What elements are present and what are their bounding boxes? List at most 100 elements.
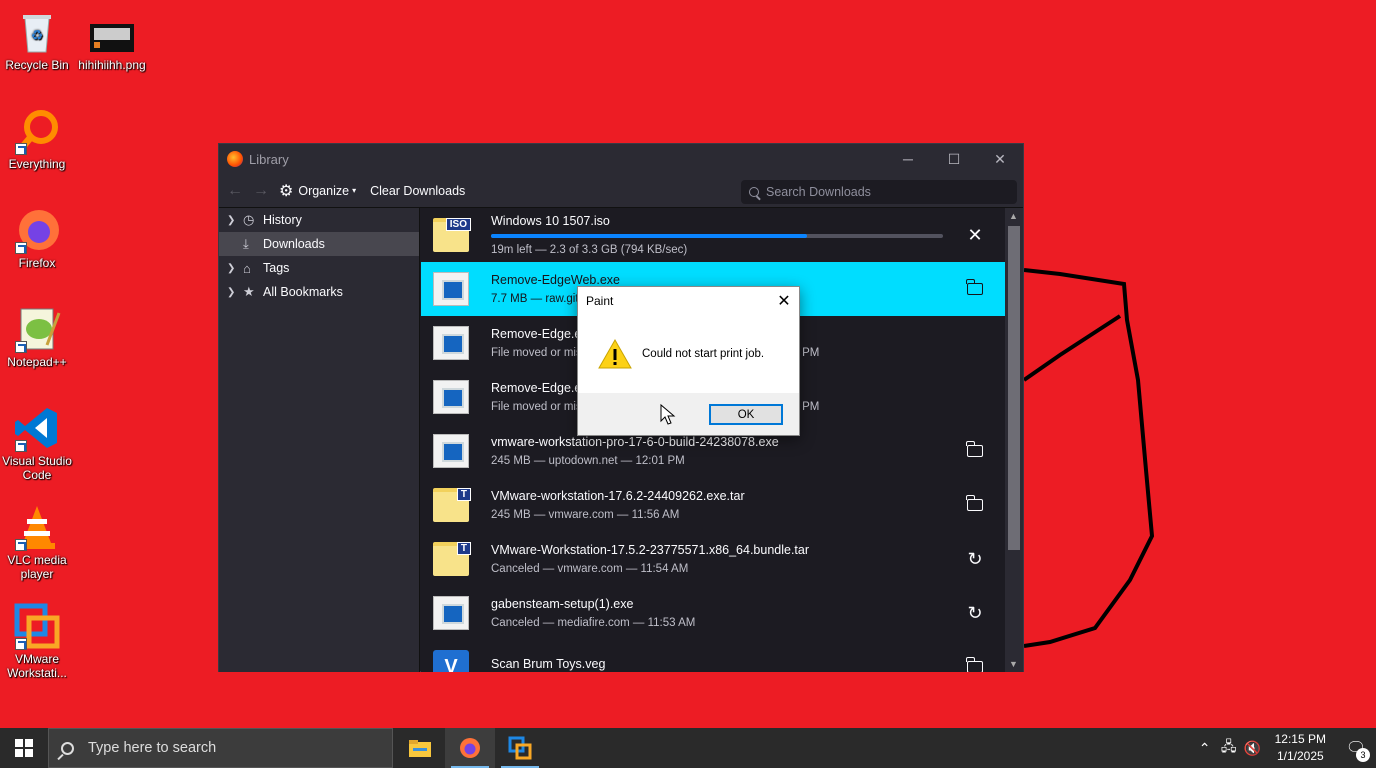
clock-time: 12:15 PM	[1274, 732, 1326, 746]
download-name: VMware-Workstation-17.5.2-23775571.x86_6…	[491, 543, 810, 557]
file-type-badge: ISO	[445, 218, 471, 231]
scroll-up-icon[interactable]: ▲	[1009, 211, 1018, 221]
window-title: Library	[249, 151, 289, 167]
download-meta: Canceled — mediafire.com — 11:53 AM	[491, 617, 696, 629]
taskbar-firefox[interactable]	[445, 728, 495, 768]
download-name: vmware-workstation-pro-17-6-0-build-2423…	[491, 435, 779, 449]
cancel-download-button[interactable]: ✕	[957, 217, 993, 253]
exe-file-icon	[433, 380, 469, 414]
tag-icon: ⌂	[243, 260, 251, 276]
dialog-close-button[interactable]: ✕	[769, 291, 799, 311]
taskbar-search-box[interactable]: Type here to search	[48, 728, 393, 768]
taskbar: Type here to search ⌃ 🖧 🔇 12:15 PM 1/1/2…	[0, 728, 1376, 768]
retry-icon: ↻	[967, 548, 983, 569]
close-button[interactable]: ✕	[977, 144, 1023, 174]
download-item[interactable]: T VMware-workstation-17.6.2-24409262.exe…	[421, 478, 1005, 532]
taskbar-vmware[interactable]	[495, 728, 545, 768]
taskbar-search-placeholder: Type here to search	[88, 740, 217, 756]
clear-downloads-button[interactable]: Clear Downloads	[370, 184, 465, 198]
scrollbar-thumb[interactable]	[1008, 226, 1020, 550]
minimize-button[interactable]: ─	[885, 144, 931, 174]
dialog-titlebar[interactable]: Paint ✕	[578, 287, 799, 315]
file-type-badge: T	[456, 488, 471, 501]
exe-file-icon	[433, 326, 469, 360]
download-item[interactable]: T VMware-Workstation-17.5.2-23775571.x86…	[421, 532, 1005, 586]
download-name: Windows 10 1507.iso	[491, 214, 610, 228]
downloads-scrollbar[interactable]: ▲ ▼	[1005, 208, 1023, 672]
search-downloads-input[interactable]: Search Downloads	[741, 180, 1017, 204]
paint-error-dialog[interactable]: Paint ✕ Could not start print job. OK	[577, 286, 800, 436]
notification-count-badge: 3	[1356, 748, 1370, 762]
back-arrow-icon[interactable]: ←	[227, 182, 253, 200]
show-in-folder-button[interactable]	[957, 487, 993, 523]
retry-download-button[interactable]: ↻	[957, 541, 993, 577]
folder-icon	[966, 441, 983, 457]
retry-download-button[interactable]: ↻	[957, 595, 993, 631]
folder-icon	[966, 495, 983, 511]
forward-arrow-icon[interactable]: →	[253, 182, 279, 200]
download-item[interactable]: V Scan Brum Toys.veg	[421, 640, 1005, 672]
sidebar-item-downloads[interactable]: ⤓ Downloads	[219, 232, 419, 256]
dialog-message: Could not start print job.	[642, 348, 765, 360]
scroll-down-icon[interactable]: ▼	[1009, 659, 1018, 669]
windows-logo-icon	[15, 739, 33, 757]
download-meta: 245 MB — vmware.com — 11:56 AM	[491, 509, 680, 521]
system-tray: ⌃ 🖧 🔇 12:15 PM 1/1/2025 🗨 3	[1193, 728, 1376, 768]
chevron-right-icon[interactable]: ❯	[227, 263, 243, 274]
notification-center-button[interactable]: 🗨 3	[1336, 728, 1376, 768]
file-type-badge: T	[456, 542, 471, 555]
volume-muted-icon[interactable]: 🔇	[1241, 740, 1265, 757]
firefox-icon	[460, 738, 480, 758]
chevron-up-icon[interactable]: ⌃	[1193, 740, 1217, 757]
taskbar-clock[interactable]: 12:15 PM 1/1/2025	[1275, 731, 1326, 765]
show-in-folder-button[interactable]	[957, 433, 993, 469]
download-name: VMware-workstation-17.6.2-24409262.exe.t…	[491, 489, 745, 503]
chevron-right-icon[interactable]: ❯	[227, 215, 243, 226]
library-sidebar: ❯ ◷ History ⤓ Downloads ❯ ⌂ Tags ❯ ★ All…	[219, 208, 420, 672]
chevron-right-icon[interactable]: ❯	[227, 287, 243, 298]
tar-file-icon: T	[433, 542, 471, 576]
chevron-down-icon: ▾	[352, 186, 357, 195]
warning-icon	[598, 339, 632, 369]
vegas-file-icon: V	[433, 650, 469, 672]
downloads-list[interactable]: ISO Windows 10 1507.iso 19m left — 2.3 o…	[421, 208, 1005, 672]
sidebar-item-label: All Bookmarks	[263, 285, 343, 299]
download-name: Scan Brum Toys.veg	[491, 657, 606, 671]
ok-button[interactable]: OK	[709, 404, 783, 425]
sidebar-item-label: Downloads	[263, 237, 325, 251]
maximize-button[interactable]: ☐	[931, 144, 977, 174]
download-name: Remove-EdgeWeb.exe	[491, 273, 621, 287]
download-item[interactable]: gabensteam-setup(1).exe Canceled — media…	[421, 586, 1005, 640]
exe-file-icon	[433, 596, 469, 630]
show-in-folder-button[interactable]	[957, 271, 993, 307]
dialog-title: Paint	[586, 294, 614, 308]
sidebar-item-all-bookmarks[interactable]: ❯ ★ All Bookmarks	[219, 280, 419, 304]
exe-file-icon	[433, 272, 469, 306]
library-titlebar[interactable]: Library ─ ☐ ✕	[219, 144, 1023, 174]
download-icon: ⤓	[243, 236, 249, 251]
network-icon[interactable]: 🖧	[1217, 736, 1241, 760]
download-meta: 19m left — 2.3 of 3.3 GB (794 KB/sec)	[491, 244, 688, 256]
close-icon: ✕	[967, 224, 983, 245]
sidebar-item-label: History	[263, 213, 302, 227]
firefox-icon	[227, 151, 243, 167]
organize-button[interactable]: ⚙ Organize ▾	[279, 181, 356, 201]
retry-icon: ↻	[967, 602, 983, 623]
download-progress-bar	[491, 234, 943, 238]
download-item[interactable]: ISO Windows 10 1507.iso 19m left — 2.3 o…	[421, 208, 1005, 262]
show-in-folder-button[interactable]	[957, 649, 993, 672]
file-explorer-icon	[409, 740, 431, 757]
sidebar-item-history[interactable]: ❯ ◷ History	[219, 208, 419, 232]
gear-icon: ⚙	[279, 182, 294, 200]
clock-icon: ◷	[243, 212, 255, 227]
start-button[interactable]	[0, 728, 48, 768]
search-icon	[61, 741, 74, 755]
vmware-icon	[508, 736, 532, 760]
sidebar-item-tags[interactable]: ❯ ⌂ Tags	[219, 256, 419, 280]
download-meta: Canceled — vmware.com — 11:54 AM	[491, 563, 689, 575]
clock-date: 1/1/2025	[1276, 749, 1324, 763]
download-meta: 245 MB — uptodown.net — 12:01 PM	[491, 455, 685, 467]
tar-file-icon: T	[433, 488, 471, 522]
exe-file-icon	[433, 434, 469, 468]
taskbar-file-explorer[interactable]	[395, 728, 445, 768]
